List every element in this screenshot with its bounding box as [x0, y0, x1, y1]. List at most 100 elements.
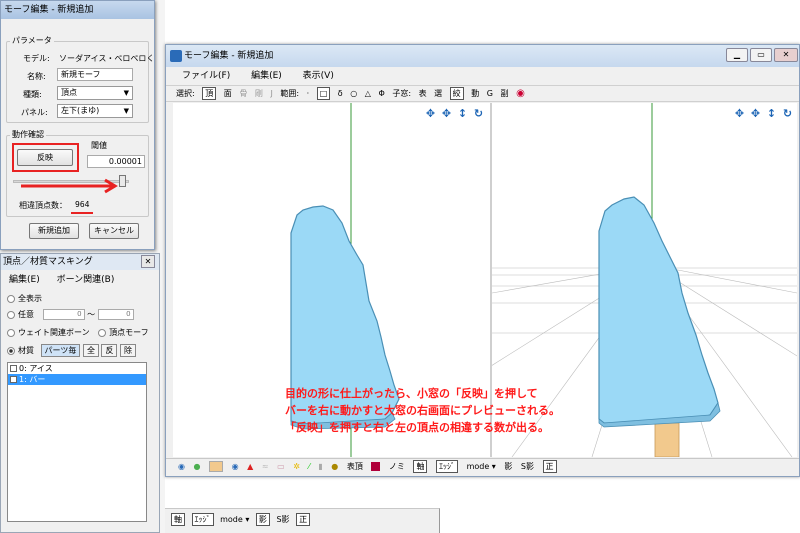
menu-bone[interactable]: ボーン関連(B) — [57, 275, 115, 285]
wave-icon[interactable]: ≈ — [262, 459, 269, 475]
type-select[interactable]: 頂点 ▼ — [57, 86, 133, 100]
option-material[interactable]: 材質 パーツ毎 全 反 除 — [7, 344, 137, 358]
name-label: 名称: — [27, 72, 46, 81]
radio-icon[interactable] — [7, 328, 15, 337]
mode-select[interactable]: mode ▾ — [467, 459, 496, 475]
mask-menu-bar: 編集(E) ボーン関連(B) — [1, 272, 159, 288]
select-vertex-button[interactable]: 頂 — [202, 87, 217, 100]
params-group-label: パラメータ — [10, 35, 54, 46]
sun-icon[interactable]: ✲ — [293, 459, 300, 475]
maximize-icon[interactable]: ▭ — [750, 48, 772, 62]
name-field[interactable]: 新規モーフ — [57, 68, 133, 81]
rotate-icon[interactable]: ↻ — [780, 105, 795, 123]
color-wheel-icon[interactable]: ◉ — [516, 86, 525, 101]
mode-select[interactable]: mode ▾ — [220, 509, 249, 531]
s-shadow-button[interactable]: S影 — [276, 509, 289, 531]
app-icon — [170, 50, 182, 62]
apply-button[interactable]: 反映 — [17, 149, 73, 166]
minimize-icon[interactable]: ▁ — [726, 48, 748, 62]
edge-button[interactable]: ｴｯｼﾞ — [191, 513, 214, 526]
move-cross-icon[interactable]: ✥ — [423, 105, 438, 123]
range-rect-icon[interactable]: □ — [316, 87, 331, 100]
menu-edit[interactable]: 編集(E) — [251, 71, 282, 81]
menu-view[interactable]: 表示(V) — [303, 71, 334, 81]
range-triangle-icon[interactable]: △ — [365, 86, 371, 101]
select-joint-button[interactable]: J — [270, 86, 272, 101]
move-button[interactable]: 動 — [471, 86, 479, 101]
panel-select[interactable]: 左下(まゆ) ▼ — [57, 104, 133, 118]
main-bottom-toolbar: ◉ ● ◉ ▲ ≈ ▭ ✲ ⁄ ▮ ● 表頂 ノミ 軸 ｴｯｼﾞ mode ▾ … — [166, 458, 799, 476]
background-window-toolbar: 軸 ｴｯｼﾞ mode ▾ 影 S影 正 — [165, 508, 440, 533]
axis-button[interactable]: 軸 — [171, 513, 185, 526]
zoom-icon[interactable]: ↕ — [764, 105, 779, 123]
no-button[interactable]: ノミ — [389, 459, 405, 475]
radio-icon[interactable] — [7, 346, 15, 355]
bar-icon[interactable]: ▮ — [318, 459, 322, 475]
correct-button[interactable]: 正 — [542, 460, 557, 473]
sphere-icon[interactable]: ● — [331, 459, 338, 475]
color-swatch-icon[interactable] — [209, 461, 224, 472]
option-all[interactable]: 全表示 — [7, 292, 42, 306]
checkbox-icon[interactable] — [10, 376, 17, 383]
close-icon[interactable]: ✕ — [141, 255, 155, 268]
menu-file[interactable]: ファイル(F) — [182, 71, 230, 81]
invert-button[interactable]: 反 — [101, 344, 118, 357]
range-lasso-icon[interactable]: δ — [338, 86, 343, 101]
triangle-icon[interactable]: ▲ — [247, 459, 253, 475]
bar-shape — [654, 422, 680, 457]
zoom-icon[interactable]: ↕ — [455, 105, 470, 123]
all-button[interactable]: 全 — [82, 344, 99, 357]
move-cross-icon[interactable]: ✥ — [732, 105, 747, 123]
parts-button[interactable]: パーツ毎 — [40, 344, 81, 357]
radio-icon[interactable]: ◉ — [178, 459, 185, 475]
range-phi-icon[interactable]: Φ — [378, 86, 384, 101]
correct-button[interactable]: 正 — [296, 513, 311, 526]
radio-icon[interactable]: ◉ — [232, 459, 239, 475]
rotate-icon[interactable]: ↻ — [471, 105, 486, 123]
copy-button[interactable]: 副 — [501, 86, 509, 101]
close-icon[interactable]: ✕ — [774, 48, 798, 62]
g-button[interactable]: G — [487, 86, 493, 101]
checkbox-icon[interactable] — [10, 365, 17, 372]
radio-icon[interactable] — [7, 310, 15, 319]
cancel-button[interactable]: キャンセル — [89, 223, 139, 239]
model-label: モデル: — [23, 54, 50, 63]
twist-button[interactable]: 絞 — [449, 87, 464, 100]
axis-button[interactable]: 軸 — [413, 460, 428, 473]
select-face-button[interactable]: 面 — [224, 86, 232, 101]
front-vertex-button[interactable]: 表頂 — [347, 459, 363, 475]
pan-cross-icon[interactable]: ✥ — [439, 105, 454, 123]
option-weight[interactable]: ウェイト関連ボーン 頂点モーフ — [7, 326, 149, 340]
left-nav-icons: ✥ ✥ ↕ ↻ — [422, 105, 486, 125]
pan-cross-icon[interactable]: ✥ — [748, 105, 763, 123]
green-dot-icon[interactable]: ● — [194, 459, 201, 475]
chevron-down-icon: ▼ — [123, 89, 129, 97]
option-any[interactable]: 任意 0 〜 0 — [7, 308, 134, 322]
list-item[interactable]: 0: アイス — [8, 363, 146, 374]
menu-edit[interactable]: 編集(E) — [9, 275, 40, 285]
range-point-icon[interactable]: · — [307, 86, 310, 101]
radio-icon[interactable] — [98, 328, 107, 337]
select-rigid-button[interactable]: 剛 — [255, 86, 263, 101]
material-list[interactable]: 0: アイス 1: バー — [7, 362, 147, 522]
any-to-field[interactable]: 0 — [97, 309, 134, 320]
any-from-field[interactable]: 0 — [42, 309, 85, 320]
select-bone-button[interactable]: 骨 — [239, 86, 247, 101]
add-button[interactable]: 新規追加 — [29, 223, 79, 239]
shadow-button[interactable]: 影 — [504, 459, 512, 475]
s-shadow-button[interactable]: S影 — [521, 459, 534, 475]
panel-label: パネル: — [21, 108, 48, 117]
radio-icon[interactable] — [7, 294, 15, 303]
child-front-button[interactable]: 表 — [419, 86, 427, 101]
threshold-field[interactable]: 0.00001 — [87, 155, 145, 168]
shape-icon[interactable]: ▭ — [277, 459, 285, 475]
color-square-icon[interactable] — [371, 462, 381, 471]
child-pick-button[interactable]: 選 — [434, 86, 442, 101]
list-item[interactable]: 1: バー — [8, 374, 146, 385]
range-circle-icon[interactable]: ○ — [350, 86, 357, 101]
small-morph-dialog: モーフ編集 - 新規追加 パラメータ モデル: ソーダアイス・ペロペロくん 名称… — [0, 0, 155, 250]
remove-button[interactable]: 除 — [120, 344, 137, 357]
shadow-button[interactable]: 影 — [255, 513, 270, 526]
wand-icon[interactable]: ⁄ — [308, 459, 309, 475]
edge-button[interactable]: ｴｯｼﾞ — [436, 460, 459, 473]
